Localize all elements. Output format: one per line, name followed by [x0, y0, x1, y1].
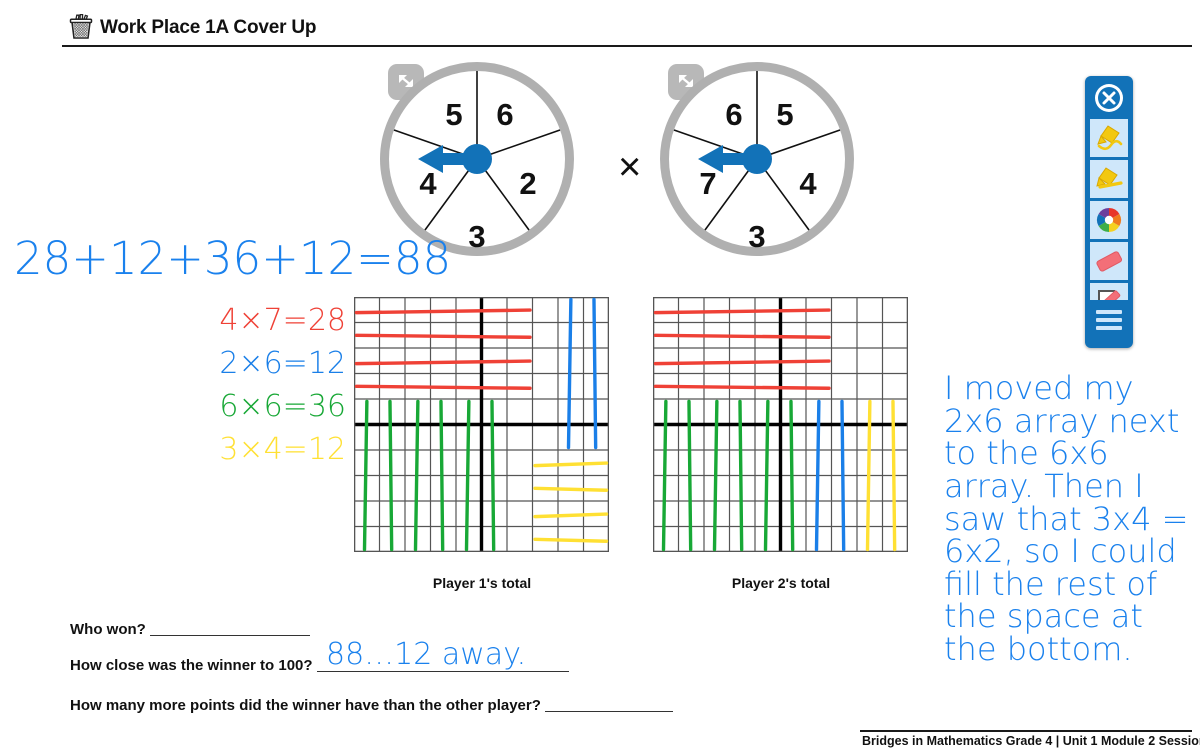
grid-player-1[interactable] [354, 297, 610, 553]
multiplication-sign: × [618, 145, 642, 189]
footer-divider [860, 730, 1192, 732]
color-picker[interactable] [1089, 200, 1129, 240]
hamburger-bar-3 [1096, 326, 1122, 330]
close-x-icon [1096, 85, 1122, 111]
pen-tool[interactable] [1089, 118, 1129, 158]
answer-blank-2[interactable] [545, 696, 674, 712]
question-who-won: Who won? [70, 620, 310, 638]
question-0-text: Who won? [70, 621, 146, 638]
equation-list: 4×7=28 2×6=12 6×6=36 3×4=12 [196, 300, 346, 472]
highlighter-tool[interactable] [1089, 159, 1129, 199]
spinner-1-number-1: 6 [496, 97, 514, 132]
header-divider [62, 45, 1192, 47]
strategy-note: I moved my 2x6 array next to the 6x6 arr… [944, 369, 1189, 668]
grid-player-2-label: Player 2's total [731, 575, 831, 591]
hamburger-bar-1 [1096, 310, 1122, 314]
spinner-2-number-1: 5 [776, 97, 794, 132]
equation-item-2: 6×6=36 [219, 388, 346, 424]
pen-icon [1097, 125, 1123, 151]
grid-mark-horizontal [533, 461, 609, 543]
page-title: Work Place 1A Cover Up [100, 17, 317, 38]
spinner-player-1[interactable]: 5 6 2 3 4 [380, 62, 574, 256]
eraser-tool[interactable] [1089, 241, 1129, 281]
color-wheel-icon [1096, 208, 1122, 232]
grid-mark-horizontal [354, 308, 532, 390]
question-point-difference: How many more points did the winner have… [70, 696, 674, 714]
trash-can-icon[interactable] [66, 12, 96, 42]
annotation-toolbar[interactable] [1085, 76, 1133, 348]
equation-item-0: 4×7=28 [219, 303, 346, 338]
question-1-text: How close was the winner to 100? [70, 657, 313, 674]
spinner-1-number-0: 5 [445, 97, 463, 132]
answer-blank-0[interactable] [149, 620, 310, 636]
spinner-2-number-4: 7 [699, 166, 717, 201]
grid-mark-horizontal [653, 308, 831, 390]
spinner-player-2[interactable]: 6 5 4 3 7 [660, 62, 854, 256]
spinner-2-number-2: 4 [799, 166, 817, 201]
equation-item-3: 3×4=12 [219, 431, 346, 467]
page-header: Work Place 1A Cover Up [0, 0, 1200, 48]
spinner-1-number-4: 4 [419, 166, 437, 201]
menu-button[interactable] [1089, 300, 1129, 340]
equation-item-1: 2×6=12 [219, 345, 346, 381]
hamburger-bar-2 [1096, 318, 1122, 322]
highlighter-icon [1096, 167, 1123, 189]
grid-player-2[interactable] [653, 297, 909, 553]
spinner-1-number-2: 2 [519, 166, 537, 201]
grid-player-1-label: Player 1's total [432, 575, 532, 591]
total-equation-annotation: 28+12+36+12=88 [14, 232, 452, 285]
spinner-2-number-0: 6 [725, 97, 743, 132]
spinner-2-number-3: 3 [748, 219, 766, 254]
footer-citation: Bridges in Mathematics Grade 4 | Unit 1 … [862, 734, 1200, 748]
answer-how-close: 88…12 away. [326, 637, 527, 672]
question-2-text: How many more points did the winner have… [70, 697, 541, 714]
spinner-1-number-3: 3 [468, 219, 486, 254]
close-button[interactable] [1095, 84, 1123, 112]
eraser-icon [1096, 251, 1123, 272]
